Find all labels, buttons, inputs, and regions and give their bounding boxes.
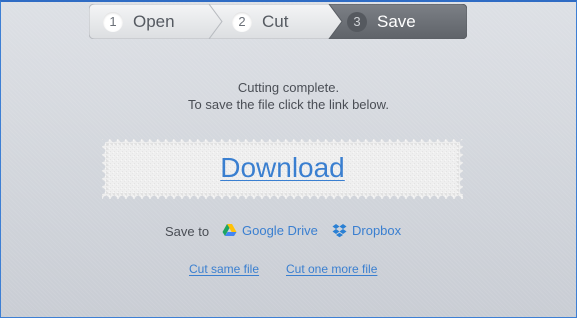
google-drive-link[interactable]: Google Drive — [222, 223, 318, 238]
google-drive-label: Google Drive — [242, 223, 318, 238]
step-number: 3 — [347, 11, 367, 32]
step-number: 2 — [232, 11, 252, 32]
step-label: Cut — [262, 11, 289, 31]
dropbox-icon — [332, 223, 347, 238]
cut-same-file-link[interactable]: Cut same file — [189, 262, 259, 276]
download-link[interactable]: Download — [102, 139, 463, 199]
app-window: 1 Open 2 Cut 3 Save Cutting complete. To… — [0, 0, 577, 318]
dropbox-label: Dropbox — [352, 223, 402, 238]
step-save: 3 Save — [347, 4, 416, 39]
step-label: Open — [133, 11, 175, 31]
status-message-line1: Cutting complete. — [237, 80, 340, 95]
step-cut[interactable]: 2 Cut — [232, 4, 288, 39]
steps-breadcrumb: 1 Open 2 Cut 3 Save — [89, 4, 467, 39]
save-to-label: Save to — [165, 224, 210, 239]
save-to-row: Save to Google Drive Dropbox — [1, 223, 576, 241]
step-label: Save — [377, 11, 416, 31]
download-ticket: Download — [102, 139, 463, 199]
dropbox-link[interactable]: Dropbox — [332, 223, 401, 238]
cut-one-more-file-link[interactable]: Cut one more file — [286, 262, 377, 276]
step-open[interactable]: 1 Open — [103, 4, 175, 39]
google-drive-icon — [222, 223, 237, 238]
status-message-line2: To save the file click the link below. — [188, 97, 389, 112]
step-number: 1 — [103, 11, 123, 32]
